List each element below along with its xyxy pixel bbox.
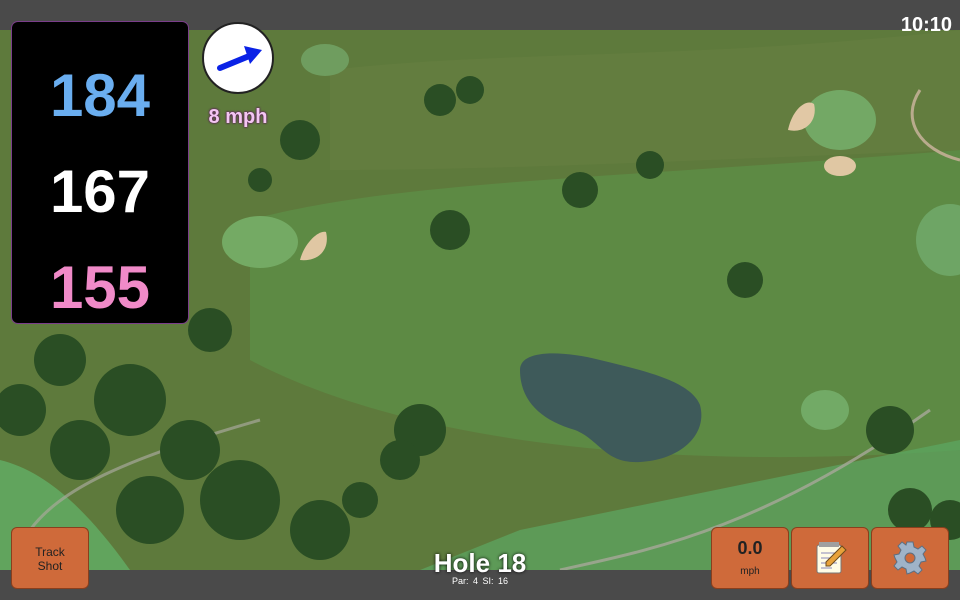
distance-panel: 184 167 155 <box>12 22 188 323</box>
speed-value: 0.0 <box>737 538 763 558</box>
wind-direction-dial <box>202 22 274 94</box>
speed-unit: mph <box>740 566 760 577</box>
par-label: Par: 4 <box>451 576 478 586</box>
stroke-index-label: SI: 16 <box>482 576 509 586</box>
front-distance: 155 <box>49 254 151 321</box>
scorecard-button[interactable] <box>792 528 868 588</box>
settings-button[interactable] <box>872 528 948 588</box>
hole-info: Par: 4 SI: 16 <box>380 576 580 586</box>
middle-distance: 167 <box>49 158 151 225</box>
track-shot-button[interactable]: Track Shot <box>12 528 88 588</box>
gear-icon <box>893 541 927 575</box>
clock: 10:10 <box>900 14 952 36</box>
notepad-icon <box>816 542 847 574</box>
back-distance: 184 <box>49 62 151 129</box>
track-shot-label-line2: Shot <box>37 559 63 573</box>
speed-button[interactable]: 0.0 mph <box>712 528 788 588</box>
wind-speed: 8 mph <box>208 106 268 128</box>
arrow-icon <box>217 46 262 71</box>
hole-title: Hole 18 <box>433 548 527 578</box>
track-shot-label-line1: Track <box>35 545 65 559</box>
